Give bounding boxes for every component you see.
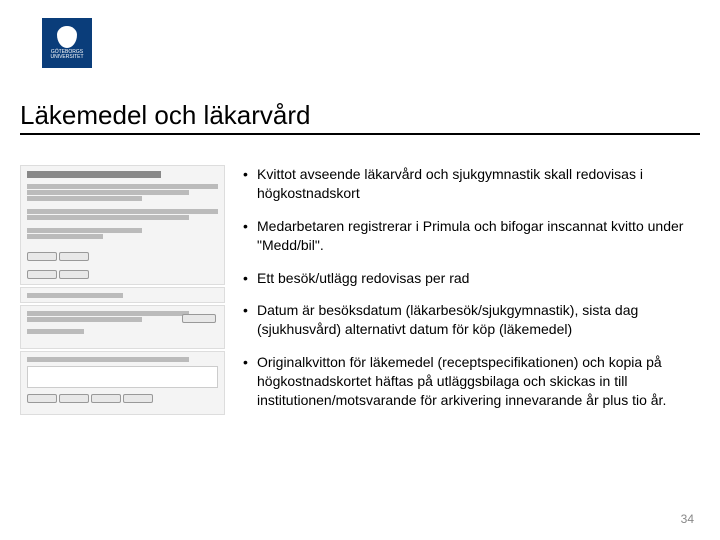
slide-title: Läkemedel och läkarvård [20, 100, 700, 135]
logo-text-2: UNIVERSITET [50, 55, 83, 61]
bullet-list: Kvittot avseende läkarvård och sjukgymna… [243, 165, 700, 424]
bullet-item: Originalkvitton för läkemedel (receptspe… [243, 353, 700, 410]
bullet-item: Kvittot avseende läkarvård och sjukgymna… [243, 165, 700, 203]
slide-content: Kvittot avseende läkarvård och sjukgymna… [20, 165, 700, 424]
bullet-item: Ett besök/utlägg redovisas per rad [243, 269, 700, 288]
university-logo: GÖTEBORGS UNIVERSITET [42, 18, 92, 68]
bullet-item: Datum är besöksdatum (läkarbesök/sjukgym… [243, 301, 700, 339]
logo-crest [57, 26, 77, 48]
screenshot-thumbnail [20, 165, 225, 424]
page-number: 34 [681, 512, 694, 526]
bullet-item: Medarbetaren registrerar i Primula och b… [243, 217, 700, 255]
